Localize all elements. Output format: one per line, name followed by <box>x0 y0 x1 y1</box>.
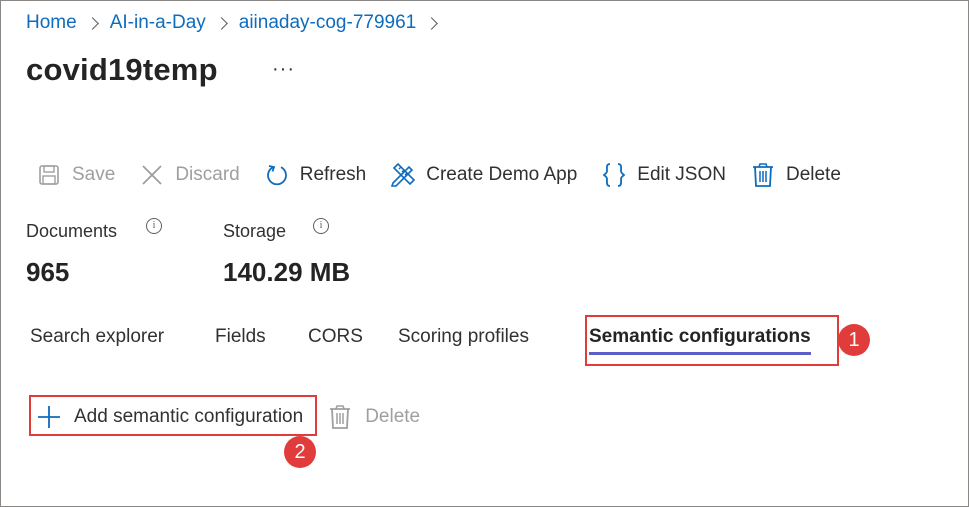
refresh-icon <box>264 162 290 188</box>
chevron-right-icon <box>425 16 439 30</box>
pencil-ruler-icon <box>390 162 416 188</box>
breadcrumb: Home AI-in-a-Day aiinaday-cog-779961 <box>26 12 449 34</box>
more-options-button[interactable]: ··· <box>272 58 295 81</box>
refresh-button[interactable]: Refresh <box>264 162 367 188</box>
save-label: Save <box>72 164 116 185</box>
storage-value: 140.29 MB <box>223 257 351 287</box>
storage-label: Storage <box>223 221 287 241</box>
close-icon <box>139 162 165 188</box>
create-demo-app-label: Create Demo App <box>426 164 578 185</box>
page-title: covid19temp <box>26 52 218 87</box>
command-bar: Save Discard Refresh Create Demo App Edi… <box>36 158 865 192</box>
documents-label: Documents <box>26 221 118 241</box>
refresh-label: Refresh <box>299 164 367 185</box>
highlight-box-1 <box>585 315 839 366</box>
trash-icon <box>327 404 353 430</box>
edit-json-label: Edit JSON <box>637 164 726 185</box>
tab-search-explorer[interactable]: Search explorer <box>30 326 164 348</box>
chevron-right-icon <box>214 16 228 30</box>
save-icon <box>36 162 62 188</box>
breadcrumb-resource-group[interactable]: AI-in-a-Day <box>110 12 206 34</box>
braces-icon <box>601 162 627 188</box>
chevron-right-icon <box>85 16 99 30</box>
info-icon[interactable]: i <box>313 218 329 234</box>
documents-value: 965 <box>26 257 70 287</box>
discard-label: Discard <box>175 164 240 185</box>
create-demo-app-button[interactable]: Create Demo App <box>390 162 577 188</box>
delete-semantic-configuration-button[interactable]: Delete <box>327 404 420 430</box>
breadcrumb-search-service[interactable]: aiinaday-cog-779961 <box>239 12 416 34</box>
breadcrumb-home[interactable]: Home <box>26 12 77 34</box>
save-button[interactable]: Save <box>36 162 115 188</box>
annotation-badge-2: 2 <box>284 436 316 468</box>
delete-index-button[interactable]: Delete <box>750 162 841 188</box>
discard-button[interactable]: Discard <box>139 162 240 188</box>
highlight-box-2 <box>29 395 317 436</box>
tab-fields[interactable]: Fields <box>215 326 266 348</box>
tab-cors[interactable]: CORS <box>308 326 363 348</box>
annotation-badge-1: 1 <box>838 324 870 356</box>
tab-scoring-profiles[interactable]: Scoring profiles <box>398 326 529 348</box>
trash-icon <box>750 162 776 188</box>
delete-label: Delete <box>785 164 841 185</box>
delete-semantic-configuration-label: Delete <box>365 406 421 427</box>
info-icon[interactable]: i <box>146 218 162 234</box>
edit-json-button[interactable]: Edit JSON <box>601 162 726 188</box>
